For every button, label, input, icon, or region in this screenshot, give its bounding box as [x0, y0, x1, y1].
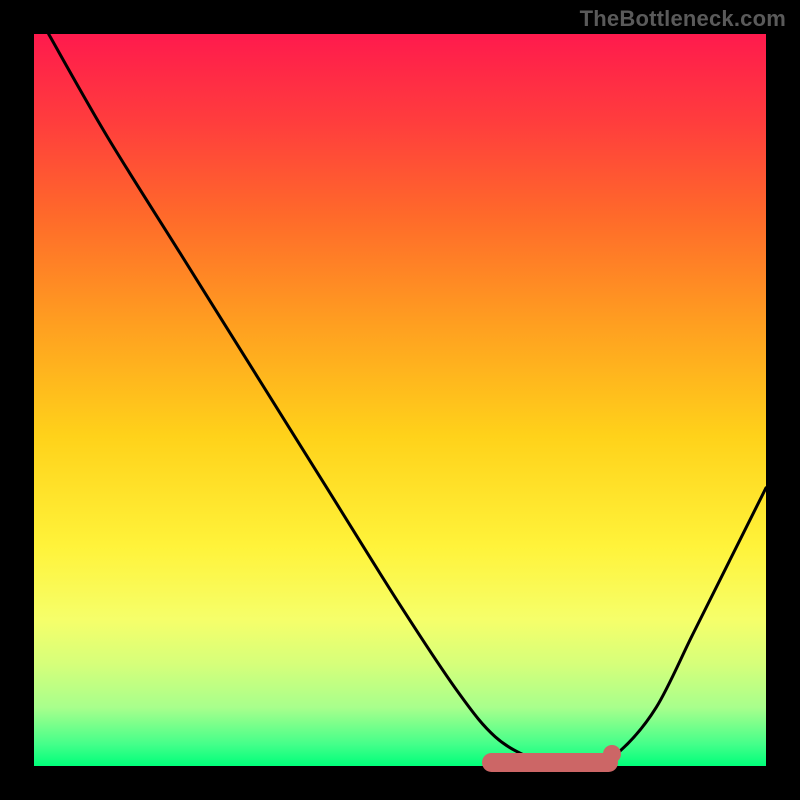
curve-layer [34, 34, 766, 766]
chart-frame: TheBottleneck.com [0, 0, 800, 800]
bottleneck-curve [49, 34, 766, 767]
highlight-dot [603, 745, 621, 763]
highlight-bar [482, 753, 618, 772]
watermark-text: TheBottleneck.com [580, 6, 786, 32]
